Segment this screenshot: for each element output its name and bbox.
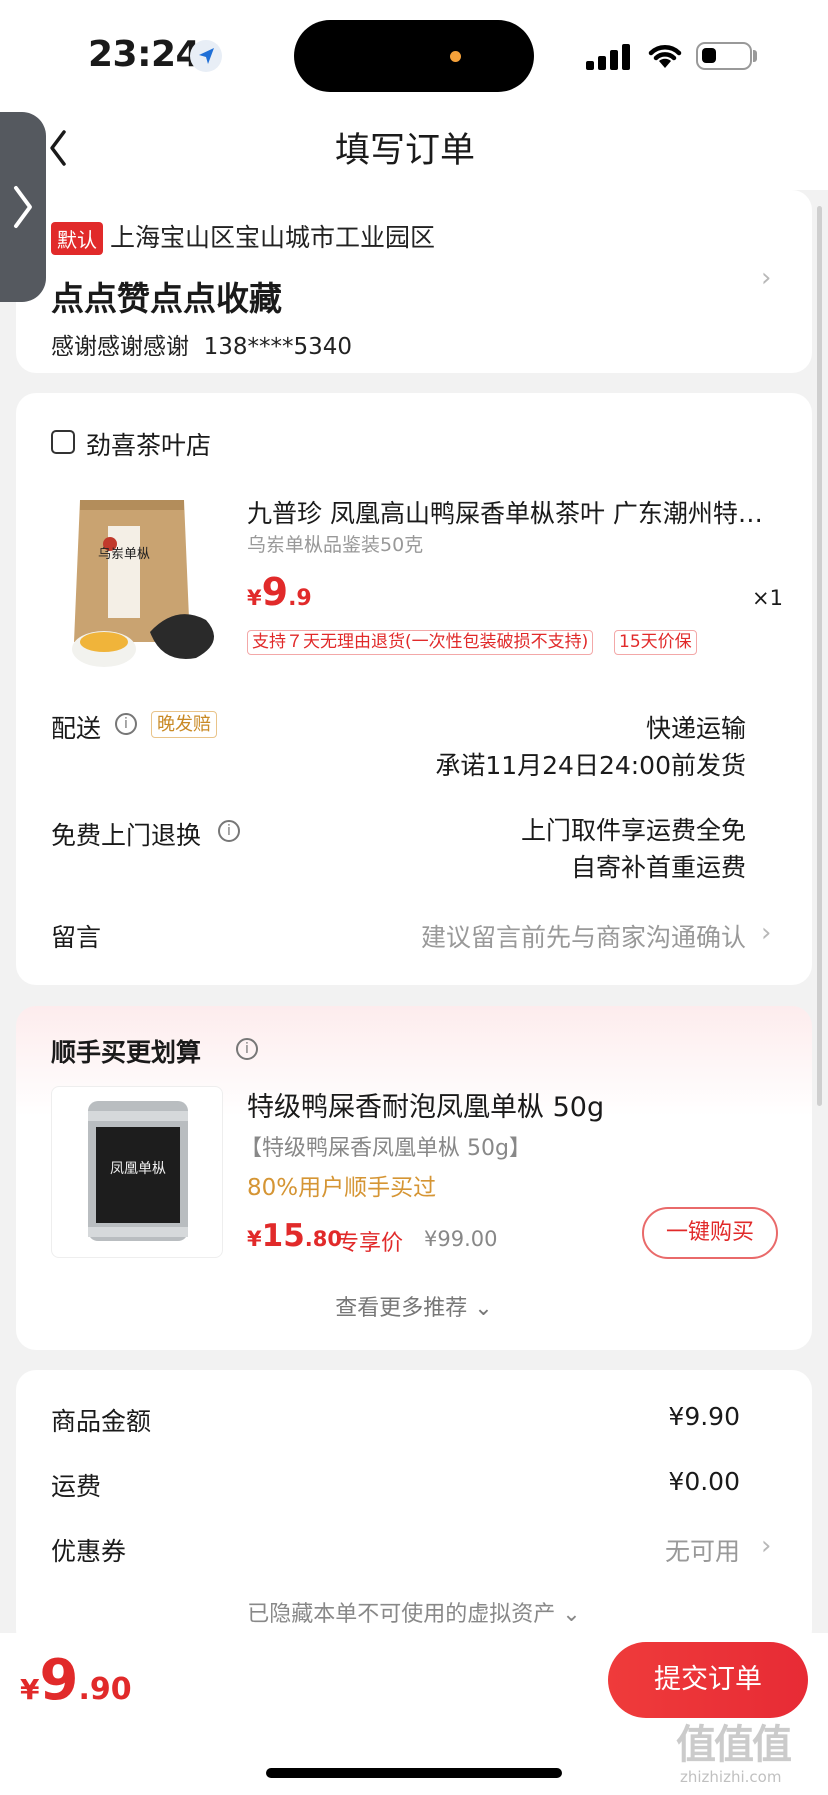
delivery-method: 快递运输 bbox=[645, 714, 746, 743]
chevron-right-icon: › bbox=[761, 918, 772, 948]
message-label: 留言 bbox=[51, 923, 102, 952]
shop-icon bbox=[51, 430, 75, 454]
price-int: 15 bbox=[261, 1218, 305, 1254]
can-label: 凤凰单枞 bbox=[110, 1161, 166, 1177]
recommend-title: 顺手买更划算 bbox=[51, 1038, 202, 1067]
default-address-badge: 默认 bbox=[51, 222, 103, 255]
total-dec: .90 bbox=[78, 1672, 132, 1707]
more-recommend-link[interactable]: 查看更多推荐 ⌄ bbox=[0, 1290, 828, 1322]
address-line: 上海宝山区宝山城市工业园区 bbox=[110, 223, 436, 252]
privacy-indicator-dot bbox=[450, 51, 461, 62]
shop-name[interactable]: 劲喜茶叶店 bbox=[86, 426, 211, 462]
location-arrow-icon bbox=[190, 40, 222, 72]
chevron-right-icon: › bbox=[761, 1531, 772, 1561]
chevron-down-icon: ⌄ bbox=[562, 1602, 581, 1627]
product-price: ¥9.9 bbox=[247, 570, 312, 614]
message-input[interactable]: 建议留言前先与商家沟通确认 bbox=[360, 918, 746, 954]
price-protection-tag: 15天价保 bbox=[614, 630, 697, 655]
goods-amount-value: ¥9.90 bbox=[668, 1402, 740, 1431]
more-recommend-label: 查看更多推荐 bbox=[335, 1296, 468, 1321]
status-time: 23:24 bbox=[88, 34, 201, 75]
wifi-icon bbox=[646, 40, 684, 70]
chevron-left-icon bbox=[50, 130, 66, 166]
info-icon[interactable]: i bbox=[218, 820, 240, 842]
info-icon[interactable]: i bbox=[236, 1038, 258, 1060]
info-icon[interactable]: i bbox=[115, 713, 137, 735]
product-quantity: ×1 bbox=[752, 586, 783, 610]
one-click-buy-button[interactable]: 一键购买 bbox=[642, 1207, 778, 1259]
product-image[interactable]: 乌岽单枞 bbox=[66, 492, 226, 672]
address-recipient-title: 点点赞点点收藏 bbox=[51, 279, 282, 318]
late-delivery-badge: 晚发赔 bbox=[151, 711, 217, 738]
original-price: ¥99.00 bbox=[424, 1227, 498, 1251]
shipping-fee-value: ¥0.00 bbox=[668, 1467, 740, 1496]
watermark: 值值值 bbox=[676, 1722, 792, 1768]
recommend-product-sub: 【特级鸭屎香凤凰单枞 50g】 bbox=[240, 1136, 531, 1161]
return-service-line1: 上门取件享运费全免 bbox=[520, 816, 746, 845]
watermark-url: zhizhizhi.com bbox=[680, 1768, 782, 1786]
page-title: 填写订单 bbox=[334, 131, 475, 171]
product-title[interactable]: 九普珍 凤凰高山鸭屎香单枞茶叶 广东潮州特… bbox=[247, 494, 772, 530]
delivery-label: 配送 bbox=[51, 714, 102, 743]
product-sku: 乌岽单枞品鉴装50克 bbox=[247, 534, 424, 556]
coupon-label: 优惠券 bbox=[51, 1537, 127, 1566]
price-dec: .9 bbox=[288, 586, 312, 611]
recommend-product-image[interactable]: 凤凰单枞 bbox=[51, 1086, 223, 1258]
shipping-fee-label: 运费 bbox=[51, 1472, 102, 1501]
contact-name: 感谢感谢感谢 bbox=[51, 334, 189, 360]
return-service-line2: 自寄补首重运费 bbox=[570, 853, 746, 882]
price-symbol: ¥ bbox=[247, 586, 262, 610]
hidden-assets-toggle[interactable]: 已隐藏本单不可使用的虚拟资产 ⌄ bbox=[0, 1596, 828, 1628]
side-drawer-tab[interactable] bbox=[0, 112, 46, 302]
battery-icon bbox=[696, 42, 752, 70]
hidden-assets-label: 已隐藏本单不可使用的虚拟资产 bbox=[247, 1602, 556, 1627]
exclusive-price-label: 专享价 bbox=[337, 1231, 404, 1256]
cellular-signal-icon bbox=[586, 44, 632, 70]
address-contact: 感谢感谢感谢 138****5340 bbox=[51, 327, 352, 361]
price-int: 9 bbox=[261, 570, 289, 614]
dynamic-island bbox=[294, 20, 534, 92]
price-symbol: ¥ bbox=[247, 1227, 262, 1251]
battery-level bbox=[702, 48, 716, 63]
recommend-product-name[interactable]: 特级鸭屎香耐泡凤凰单枞 50g bbox=[247, 1085, 604, 1124]
recommend-hint: 80%用户顺手买过 bbox=[247, 1175, 437, 1201]
scrollbar[interactable] bbox=[817, 206, 822, 1106]
goods-amount-label: 商品金额 bbox=[51, 1407, 152, 1436]
order-total: ¥9.90 bbox=[20, 1648, 132, 1713]
package-label: 乌岽单枞 bbox=[98, 546, 150, 562]
battery-tip bbox=[753, 50, 757, 62]
contact-phone: 138****5340 bbox=[203, 334, 353, 360]
submit-order-button[interactable]: 提交订单 bbox=[608, 1642, 808, 1718]
chevron-right-icon bbox=[14, 186, 32, 228]
back-button[interactable] bbox=[40, 128, 80, 168]
return-service-label: 免费上门退换 bbox=[51, 821, 202, 850]
recommend-price: ¥15.80 bbox=[247, 1218, 342, 1254]
coupon-value[interactable]: 无可用 bbox=[560, 1532, 740, 1568]
shop-order-card bbox=[16, 393, 812, 985]
home-indicator[interactable] bbox=[266, 1768, 562, 1778]
total-int: 9 bbox=[39, 1648, 79, 1713]
chevron-down-icon: ⌄ bbox=[474, 1296, 493, 1321]
delivery-promise: 承诺11月24日24:00前发货 bbox=[435, 751, 746, 780]
total-symbol: ¥ bbox=[20, 1673, 40, 1706]
chevron-right-icon: › bbox=[761, 263, 772, 293]
return-policy-tag: 支持７天无理由退货(一次性包装破损不支持) bbox=[247, 630, 594, 655]
